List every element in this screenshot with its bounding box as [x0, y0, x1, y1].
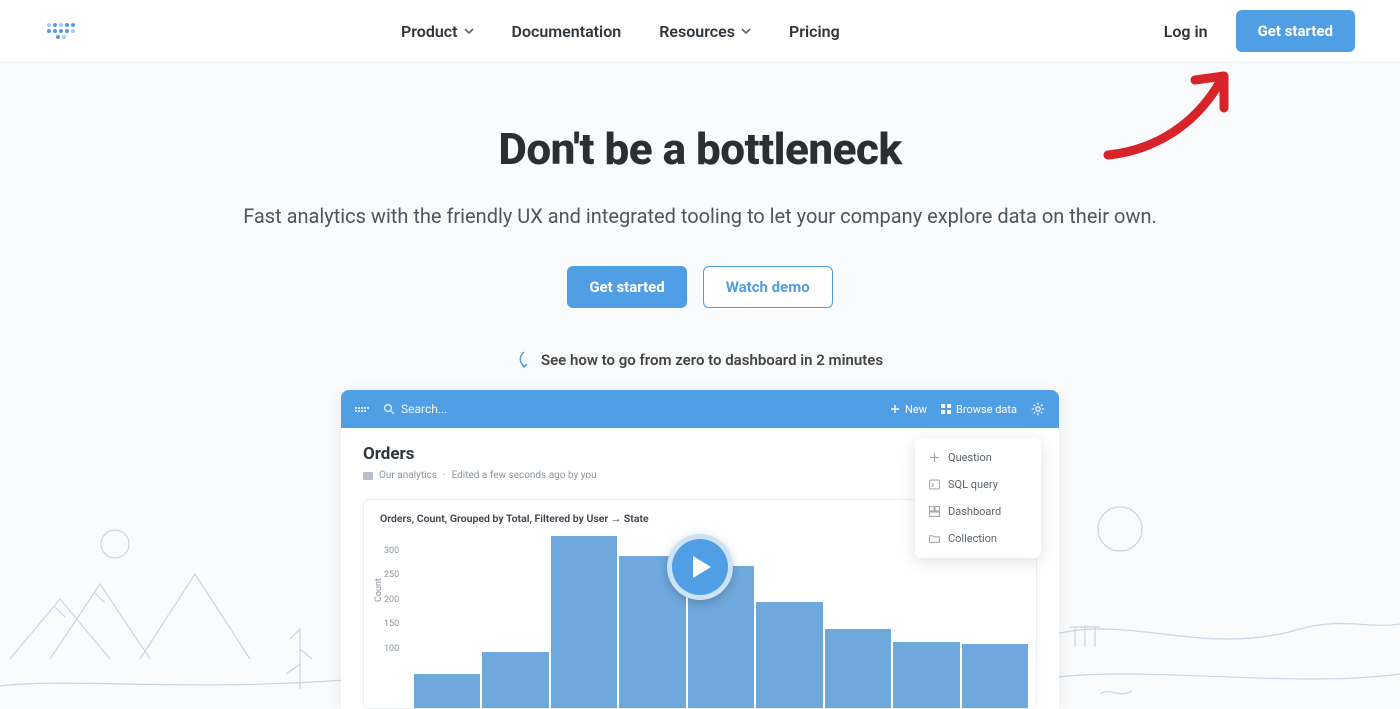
menu-item-collection[interactable]: Collection: [915, 525, 1041, 552]
bar: [825, 629, 891, 708]
teaser-text: See how to go from zero to dashboard in …: [541, 351, 883, 369]
chevron-down-icon: [464, 26, 474, 36]
hero-get-started-button[interactable]: Get started: [567, 266, 686, 308]
bar: [551, 536, 617, 708]
bar: [756, 602, 822, 708]
nav-label: Pricing: [789, 22, 840, 41]
nav-item-resources[interactable]: Resources: [659, 22, 751, 41]
nav-item-pricing[interactable]: Pricing: [789, 22, 840, 41]
nav-label: Documentation: [512, 22, 622, 41]
menu-label: Question: [948, 451, 992, 464]
plus-icon: [890, 404, 900, 414]
y-tick: 100: [384, 644, 399, 654]
nav-item-documentation[interactable]: Documentation: [512, 22, 622, 41]
search-placeholder: Search...: [401, 402, 447, 416]
menu-item-sql[interactable]: SQL query: [915, 471, 1041, 498]
y-tick: 300: [384, 546, 399, 556]
grid-icon: [941, 404, 951, 414]
y-tick: 150: [384, 619, 399, 629]
login-link[interactable]: Log in: [1164, 22, 1208, 41]
plus-icon: [929, 452, 940, 463]
bar: [482, 652, 548, 709]
app-new-label: New: [905, 403, 927, 416]
hero-section: Don't be a bottleneck Fast analytics wit…: [0, 63, 1400, 370]
menu-label: Dashboard: [948, 505, 1001, 518]
menu-item-dashboard[interactable]: Dashboard: [915, 498, 1041, 525]
search-icon: [383, 403, 395, 415]
nav-item-product[interactable]: Product: [401, 22, 474, 41]
y-tick: 250: [384, 570, 399, 580]
edited-label: Edited a few seconds ago by you: [452, 470, 597, 481]
bar: [893, 642, 959, 708]
hero-buttons: Get started Watch demo: [20, 266, 1380, 308]
breadcrumb[interactable]: Our analytics: [379, 470, 437, 481]
app-browse-label: Browse data: [956, 403, 1017, 416]
bar: [962, 644, 1028, 708]
app-browse-button[interactable]: Browse data: [941, 403, 1017, 416]
folder-icon: [363, 472, 373, 480]
bar: [414, 674, 480, 708]
top-nav: Product Documentation Resources Pricing …: [0, 0, 1400, 63]
hero-subtext: Fast analytics with the friendly UX and …: [20, 201, 1380, 232]
folder-icon: [929, 533, 940, 544]
play-icon: [691, 554, 713, 580]
app-bar: Search... New Browse data: [341, 390, 1059, 428]
app-new-button[interactable]: New: [890, 403, 927, 416]
gear-icon[interactable]: [1031, 402, 1045, 416]
nav-center: Product Documentation Resources Pricing: [77, 22, 1164, 41]
play-button[interactable]: [667, 534, 733, 600]
brand-logo[interactable]: [45, 15, 77, 47]
nav-label: Resources: [659, 22, 735, 41]
nav-right: Log in Get started: [1164, 10, 1355, 52]
hero-headline: Don't be a bottleneck: [20, 123, 1380, 175]
curly-arrow-icon: [517, 350, 531, 370]
preview-wrap: Search... New Browse data Orders Our ana…: [0, 390, 1400, 709]
app-preview: Search... New Browse data Orders Our ana…: [341, 390, 1059, 709]
menu-item-question[interactable]: Question: [915, 444, 1041, 471]
hero-watch-demo-button[interactable]: Watch demo: [703, 266, 833, 308]
get-started-button[interactable]: Get started: [1236, 10, 1355, 52]
nav-label: Product: [401, 22, 458, 41]
meta-sep: ·: [443, 470, 446, 481]
dashboard-icon: [929, 506, 940, 517]
app-search[interactable]: Search...: [383, 402, 447, 416]
terminal-icon: [929, 479, 940, 490]
y-tick: 200: [384, 595, 399, 605]
menu-label: SQL query: [948, 478, 998, 491]
new-menu-dropdown: Question SQL query Dashboard Collection: [915, 438, 1041, 558]
app-logo-icon: [355, 407, 369, 412]
teaser-row: See how to go from zero to dashboard in …: [20, 350, 1380, 370]
y-axis-label: Count: [374, 578, 384, 602]
menu-label: Collection: [948, 532, 997, 545]
chevron-down-icon: [741, 26, 751, 36]
